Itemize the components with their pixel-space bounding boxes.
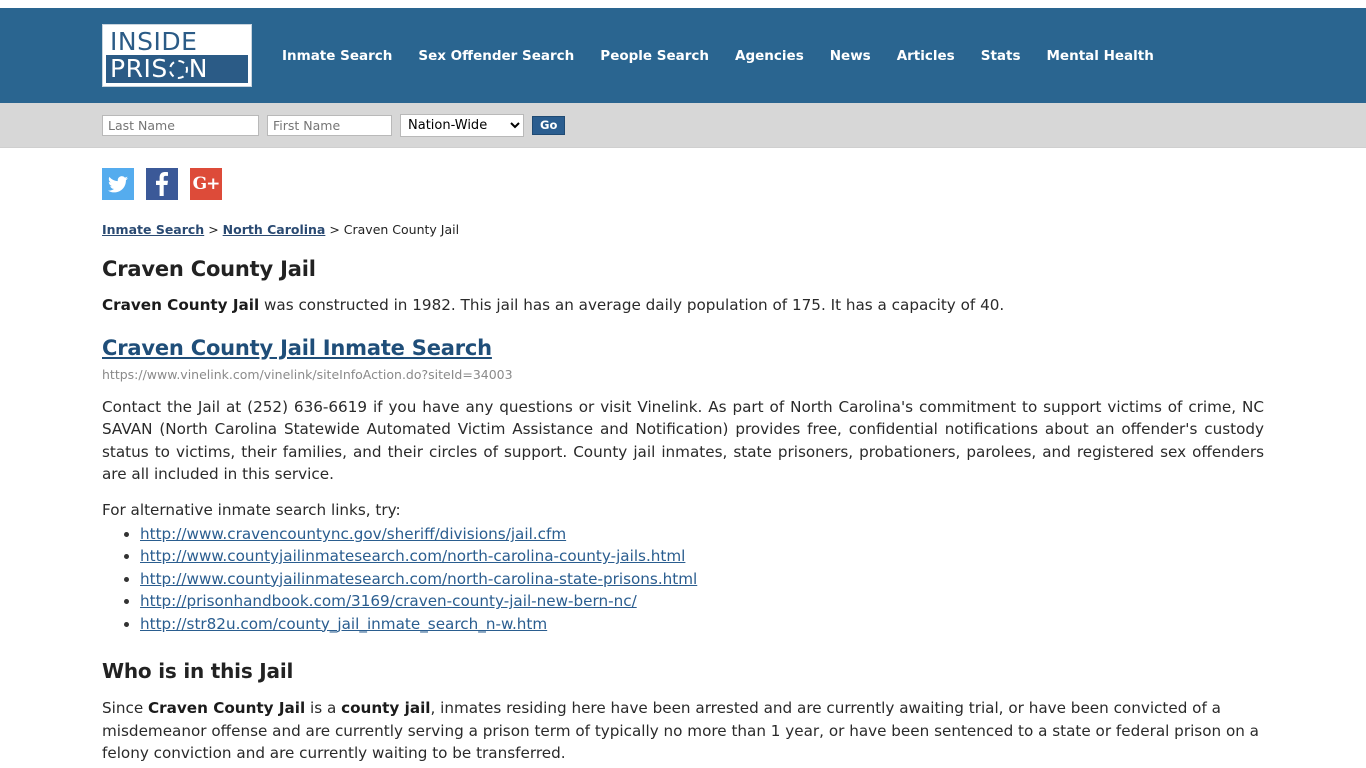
alt-link-prisonhandbook[interactable]: http://prisonhandbook.com/3169/craven-co… [140, 592, 637, 610]
who-text-2: is a [305, 699, 342, 718]
googleplus-icon: G+ [192, 174, 221, 194]
who-is-in-this-jail-title: Who is in this Jail [102, 659, 294, 684]
intro-rest: was constructed in 1982. This jail has a… [259, 296, 1005, 314]
inmate-search-url: https://www.vinelink.com/vinelink/siteIn… [102, 366, 513, 382]
who-bold-jail-name: Craven County Jail [148, 699, 306, 718]
breadcrumb: Inmate Search > North Carolina > Craven … [102, 212, 1264, 241]
nav-item-agencies[interactable]: Agencies [735, 48, 804, 64]
logo-text-n: N [188, 54, 208, 83]
site-logo[interactable]: INSIDE PRIS N [102, 24, 252, 87]
alt-link-str82u[interactable]: http://str82u.com/county_jail_inmate_sea… [140, 615, 547, 633]
nav-item-people-search[interactable]: People Search [600, 48, 709, 64]
nav-item-articles[interactable]: Articles [897, 48, 955, 64]
logo-text-inside: INSIDE [110, 27, 198, 56]
inmate-search-link[interactable]: Craven County Jail Inmate Search [102, 336, 492, 360]
alt-links-intro: For alternative inmate search links, try… [102, 500, 401, 519]
nav-item-inmate-search[interactable]: Inmate Search [282, 48, 392, 64]
nav-item-mental-health[interactable]: Mental Health [1047, 48, 1154, 64]
breadcrumb-link-inmate-search[interactable]: Inmate Search [102, 222, 204, 237]
twitter-icon [108, 175, 128, 193]
breadcrumb-separator-1: > [204, 222, 223, 237]
alt-link-stateprisons[interactable]: http://www.countyjailinmatesearch.com/no… [140, 570, 697, 588]
nav-item-news[interactable]: News [830, 48, 871, 64]
facebook-share-button[interactable] [146, 168, 178, 200]
nav-item-stats[interactable]: Stats [981, 48, 1021, 64]
who-is-in-this-jail-paragraph: Since Craven County Jail is a county jai… [102, 697, 1264, 765]
inmate-search-bar: Nation-Wide Go [0, 103, 1366, 148]
breadcrumb-current: Craven County Jail [343, 222, 460, 237]
breadcrumb-link-north-carolina[interactable]: North Carolina [223, 222, 326, 237]
nav-item-sex-offender-search[interactable]: Sex Offender Search [418, 48, 574, 64]
site-header: INSIDE PRIS N Inmate Search Sex Offender… [0, 8, 1366, 103]
alternative-links-list: http://www.cravencountync.gov/sheriff/di… [102, 523, 1264, 635]
twitter-share-button[interactable] [102, 168, 134, 200]
facebook-icon [156, 172, 168, 196]
breadcrumb-separator-2: > [325, 222, 344, 237]
who-bold-county-jail: county jail [341, 699, 431, 718]
intro-paragraph: Craven County Jail was constructed in 19… [102, 294, 1264, 317]
list-item: http://www.cravencountync.gov/sheriff/di… [140, 523, 1264, 545]
first-name-input[interactable] [267, 114, 392, 136]
page-content: G+ Inmate Search > North Carolina > Crav… [0, 148, 1366, 765]
barbed-wire-ring-icon [168, 59, 188, 79]
list-item: http://www.countyjailinmatesearch.com/no… [140, 545, 1264, 567]
alt-link-cravencountync[interactable]: http://www.cravencountync.gov/sheriff/di… [140, 525, 566, 543]
list-item: http://prisonhandbook.com/3169/craven-co… [140, 590, 1264, 612]
main-navigation: Inmate Search Sex Offender Search People… [282, 48, 1154, 64]
social-share-row: G+ [102, 148, 1264, 212]
inmate-search-heading: Craven County Jail Inmate Search [102, 333, 1264, 361]
googleplus-share-button[interactable]: G+ [190, 168, 222, 200]
logo-text-prison: PRIS N [106, 55, 248, 83]
who-text-1: Since [102, 699, 149, 718]
last-name-input[interactable] [102, 114, 259, 136]
alt-link-countyjails[interactable]: http://www.countyjailinmatesearch.com/no… [140, 547, 685, 565]
list-item: http://www.countyjailinmatesearch.com/no… [140, 568, 1264, 590]
contact-paragraph: Contact the Jail at (252) 636-6619 if yo… [102, 397, 1264, 484]
intro-bold-name: Craven County Jail [102, 296, 260, 314]
logo-text-pris: PRIS [110, 54, 168, 83]
search-go-button[interactable]: Go [532, 115, 566, 135]
list-item: http://str82u.com/county_jail_inmate_sea… [140, 613, 1264, 635]
search-scope-select[interactable]: Nation-Wide [400, 113, 524, 137]
top-white-strip [0, 0, 1366, 8]
page-title: Craven County Jail [102, 257, 316, 281]
